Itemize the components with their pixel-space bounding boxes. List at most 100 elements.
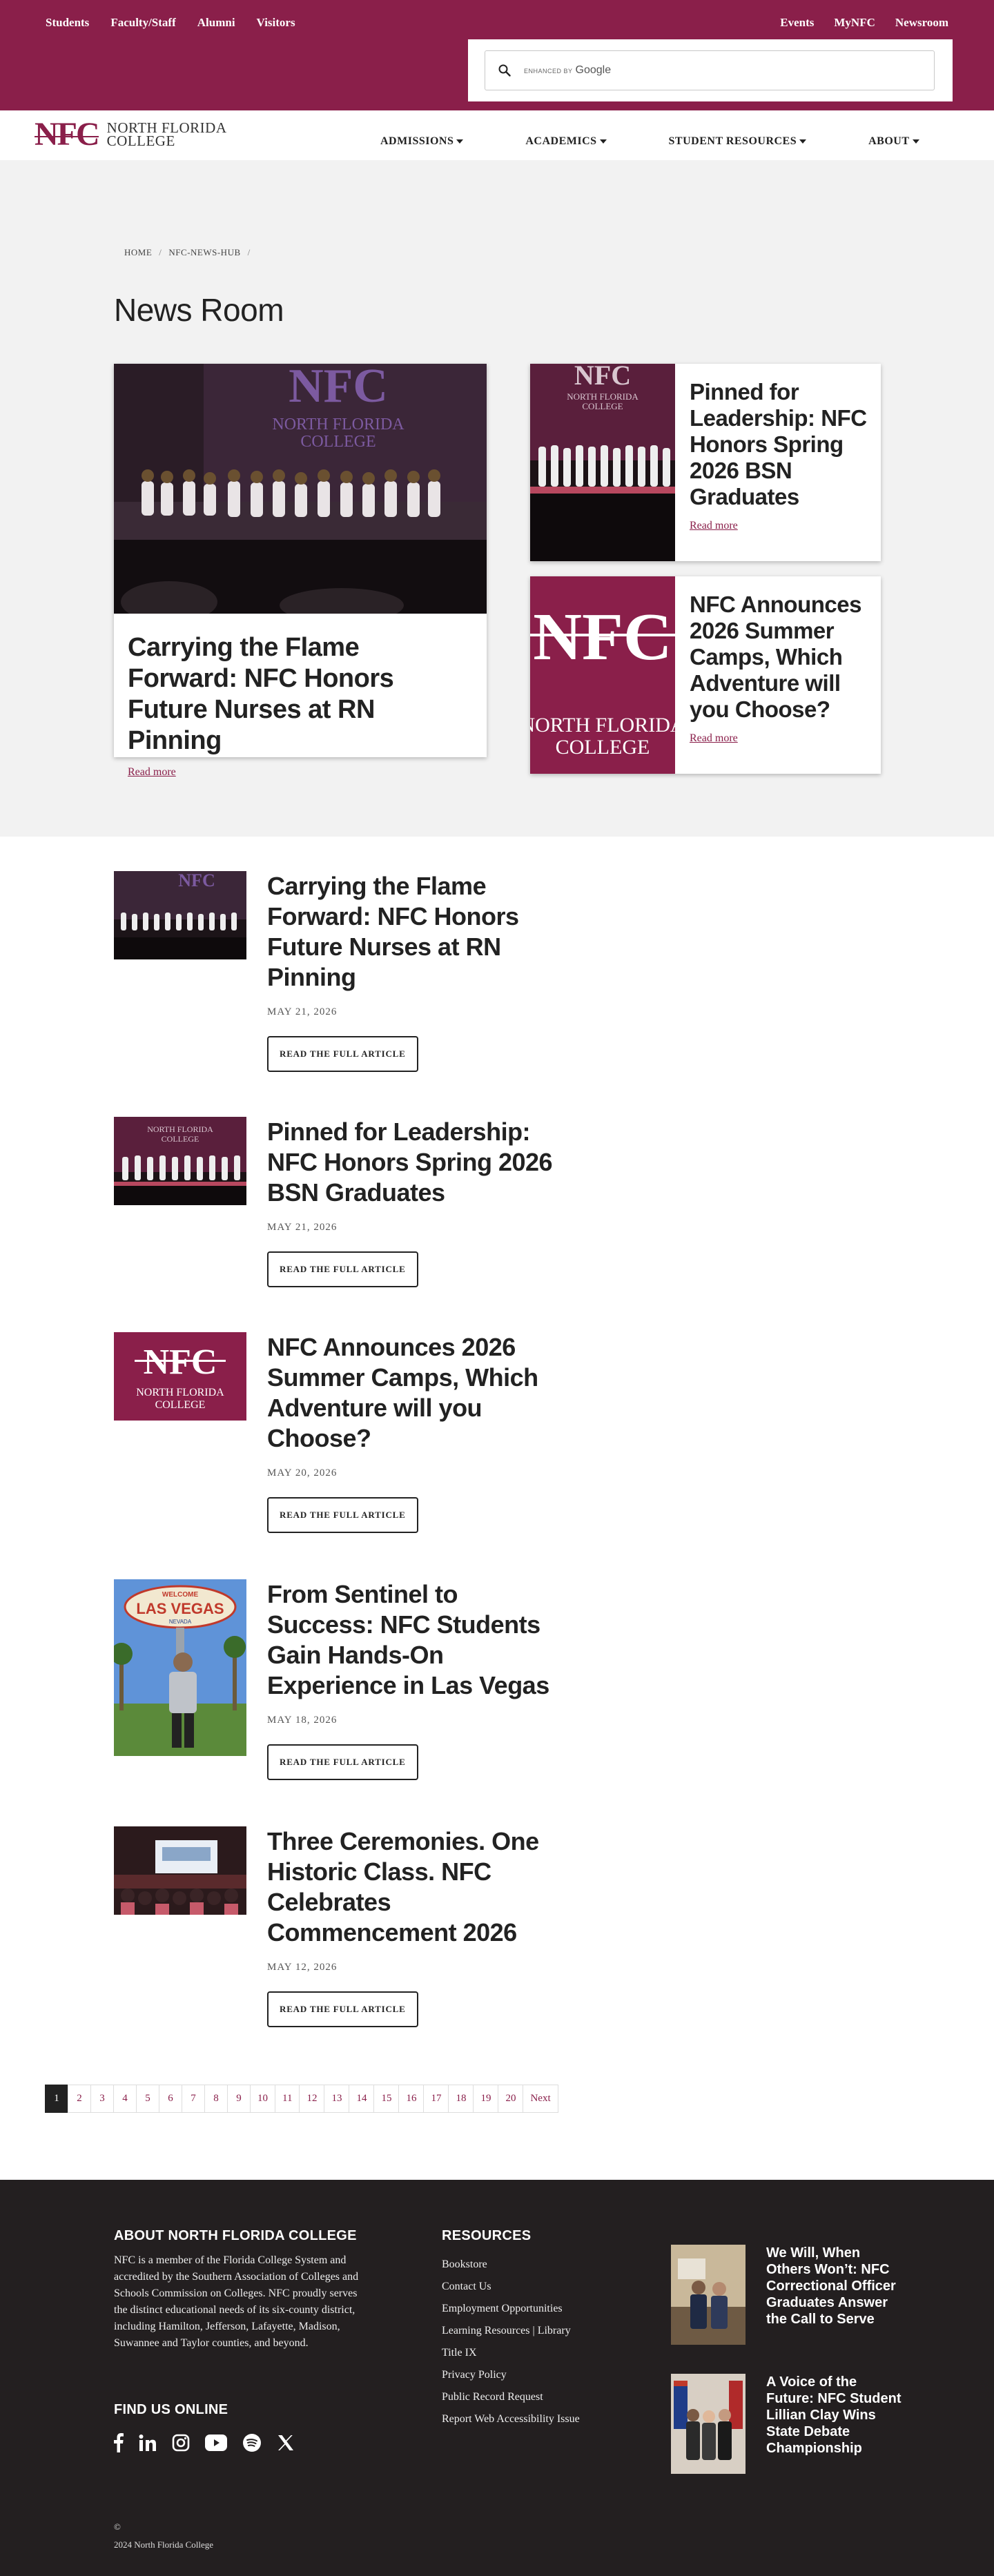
- article-thumbnail-commencement[interactable]: [114, 1826, 246, 1915]
- featured-side-2-read-more[interactable]: Read more: [690, 732, 867, 745]
- featured-story-side-1[interactable]: NFC NORTH FLORIDA COLLEGE Pinned for Lea…: [530, 364, 881, 561]
- page-next[interactable]: Next: [523, 2085, 558, 2113]
- article-thumbnail-nfc-logo[interactable]: NFC NORTH FLORIDA COLLEGE: [114, 1332, 246, 1421]
- nav-about[interactable]: ABOUT: [868, 135, 919, 148]
- footer-link-library[interactable]: Learning Resources | Library: [442, 2320, 580, 2342]
- page-2[interactable]: 2: [68, 2085, 91, 2113]
- logo-graphic-college-line-2: COLLEGE: [556, 736, 650, 759]
- page-1[interactable]: 1: [45, 2085, 68, 2113]
- quick-links: Events MyNFC Newsroom: [780, 16, 948, 30]
- featured-side-1-title[interactable]: Pinned for Leadership: NFC Honors Spring…: [690, 379, 867, 510]
- spotify-icon[interactable]: [242, 2433, 262, 2456]
- social-links: [114, 2433, 295, 2456]
- newsroom-hero: HOME / NFC-NEWS-HUB / News Room NFC NORT…: [0, 160, 994, 837]
- top-link-newsroom[interactable]: Newsroom: [895, 16, 948, 30]
- page-11[interactable]: 11: [275, 2085, 300, 2113]
- article-title[interactable]: NFC Announces 2026 Summer Camps, Which A…: [267, 1332, 557, 1454]
- footer-link-title-ix[interactable]: Title IX: [442, 2342, 580, 2364]
- top-link-alumni[interactable]: Alumni: [197, 16, 235, 30]
- page-12[interactable]: 12: [299, 2085, 325, 2113]
- page-17[interactable]: 17: [423, 2085, 449, 2113]
- read-full-article-button[interactable]: READ THE FULL ARTICLE: [267, 1251, 418, 1287]
- page-15[interactable]: 15: [373, 2085, 400, 2113]
- sign-nevada-text: NEVADA: [169, 1619, 192, 1625]
- top-link-visitors[interactable]: Visitors: [257, 16, 295, 30]
- article-thumbnail-nursing-pinning[interactable]: NFC: [114, 871, 246, 959]
- page-16[interactable]: 16: [398, 2085, 425, 2113]
- footer-link-privacy-policy[interactable]: Privacy Policy: [442, 2364, 580, 2386]
- logo-graphic-nfc-text: NFC: [533, 600, 672, 674]
- page-9[interactable]: 9: [227, 2085, 251, 2113]
- nav-student-resources[interactable]: STUDENT RESOURCES: [669, 135, 807, 148]
- featured-side-1-read-more[interactable]: Read more: [690, 520, 867, 532]
- search-input[interactable]: ENHANCED BY Google: [485, 50, 935, 90]
- article-date: MAY 21, 2026: [267, 1222, 338, 1233]
- page-4[interactable]: 4: [113, 2085, 137, 2113]
- page-14[interactable]: 14: [349, 2085, 375, 2113]
- footer-news-item[interactable]: We Will, When Others Won’t: NFC Correcti…: [671, 2245, 906, 2345]
- top-link-faculty-staff[interactable]: Faculty/Staff: [110, 16, 175, 30]
- page-13[interactable]: 13: [324, 2085, 350, 2113]
- linkedin-icon[interactable]: [139, 2434, 157, 2455]
- breadcrumb-news-hub[interactable]: NFC-NEWS-HUB: [168, 247, 240, 258]
- site-footer: ABOUT NORTH FLORIDA COLLEGE NFC is a mem…: [0, 2180, 994, 2576]
- youtube-icon[interactable]: [205, 2434, 227, 2455]
- utility-bar: Students Faculty/Staff Alumni Visitors E…: [0, 0, 994, 110]
- read-full-article-button[interactable]: READ THE FULL ARTICLE: [267, 1744, 418, 1780]
- nav-admissions[interactable]: ADMISSIONS: [380, 135, 464, 148]
- backdrop-nfc-text: NFC: [574, 364, 631, 391]
- read-full-article-button[interactable]: READ THE FULL ARTICLE: [267, 1991, 418, 2027]
- page-18[interactable]: 18: [448, 2085, 474, 2113]
- nav-academics[interactable]: ACADEMICS: [525, 135, 607, 148]
- page-7[interactable]: 7: [182, 2085, 205, 2113]
- page-20[interactable]: 20: [498, 2085, 524, 2113]
- article-thumbnail-las-vegas[interactable]: WELCOME LAS VEGAS NEVADA: [114, 1579, 246, 1756]
- page-6[interactable]: 6: [159, 2085, 182, 2113]
- footer-link-public-record-request[interactable]: Public Record Request: [442, 2386, 580, 2408]
- article-title[interactable]: Three Ceremonies. One Historic Class. NF…: [267, 1826, 557, 1948]
- featured-side-2-title[interactable]: NFC Announces 2026 Summer Camps, Which A…: [690, 592, 867, 723]
- sign-las-vegas-text: LAS VEGAS: [136, 1600, 224, 1617]
- footer-news-item[interactable]: A Voice of the Future: NFC Student Lilli…: [671, 2374, 906, 2474]
- footer-link-bookstore[interactable]: Bookstore: [442, 2254, 580, 2276]
- read-full-article-button[interactable]: READ THE FULL ARTICLE: [267, 1036, 418, 1072]
- featured-main-read-more[interactable]: Read more: [128, 766, 473, 779]
- logo-mark: NFC: [35, 116, 100, 153]
- article-title[interactable]: From Sentinel to Success: NFC Students G…: [267, 1579, 557, 1701]
- page-5[interactable]: 5: [136, 2085, 159, 2113]
- facebook-icon[interactable]: [114, 2433, 124, 2456]
- page-19[interactable]: 19: [473, 2085, 499, 2113]
- logo-graphic-college-line-1: NORTH FLORIDA: [530, 714, 675, 736]
- top-link-events[interactable]: Events: [780, 16, 814, 30]
- article-title[interactable]: Pinned for Leadership: NFC Honors Spring…: [267, 1117, 557, 1208]
- read-full-article-button[interactable]: READ THE FULL ARTICLE: [267, 1497, 418, 1533]
- article-content: From Sentinel to Success: NFC Students G…: [267, 1579, 557, 1780]
- footer-news-title[interactable]: We Will, When Others Won’t: NFC Correcti…: [766, 2245, 906, 2345]
- page-3[interactable]: 3: [90, 2085, 114, 2113]
- college-logo[interactable]: NFC North Florida College: [35, 118, 226, 151]
- footer-link-employment[interactable]: Employment Opportunities: [442, 2298, 580, 2320]
- instagram-icon[interactable]: [172, 2434, 190, 2455]
- page-10[interactable]: 10: [250, 2085, 275, 2113]
- page-8[interactable]: 8: [204, 2085, 228, 2113]
- search-icon[interactable]: [485, 64, 524, 77]
- featured-main-title[interactable]: Carrying the Flame Forward: NFC Honors F…: [128, 632, 473, 757]
- featured-story-main[interactable]: NFC NORTH FLORIDA COLLEGE Carrying the F…: [114, 360, 487, 778]
- featured-side-1-body: Pinned for Leadership: NFC Honors Spring…: [675, 364, 881, 561]
- footer-news-title[interactable]: A Voice of the Future: NFC Student Lilli…: [766, 2374, 906, 2474]
- breadcrumb-home[interactable]: HOME: [124, 247, 152, 258]
- footer-resources-heading: RESOURCES: [442, 2228, 532, 2243]
- footer-link-accessibility-issue[interactable]: Report Web Accessibility Issue: [442, 2408, 580, 2430]
- footer-link-contact-us[interactable]: Contact Us: [442, 2276, 580, 2298]
- article-thumbnail-bsn-graduates[interactable]: NORTH FLORIDA COLLEGE: [114, 1117, 246, 1205]
- footer-news: We Will, When Others Won’t: NFC Correcti…: [671, 2245, 906, 2503]
- x-twitter-icon[interactable]: [277, 2434, 295, 2455]
- nav-student-resources-label: STUDENT RESOURCES: [668, 135, 797, 147]
- article-date: MAY 12, 2026: [267, 1962, 338, 1973]
- top-link-students[interactable]: Students: [46, 16, 89, 30]
- copyright: © 2024 North Florida College: [114, 2518, 213, 2554]
- article-title[interactable]: Carrying the Flame Forward: NFC Honors F…: [267, 871, 557, 993]
- featured-story-side-2[interactable]: NFC NORTH FLORIDA COLLEGE NFC Announces …: [530, 576, 881, 774]
- main-navbar: NFC North Florida College ADMISSIONS ACA…: [0, 110, 994, 160]
- top-link-mynfc[interactable]: MyNFC: [834, 16, 875, 30]
